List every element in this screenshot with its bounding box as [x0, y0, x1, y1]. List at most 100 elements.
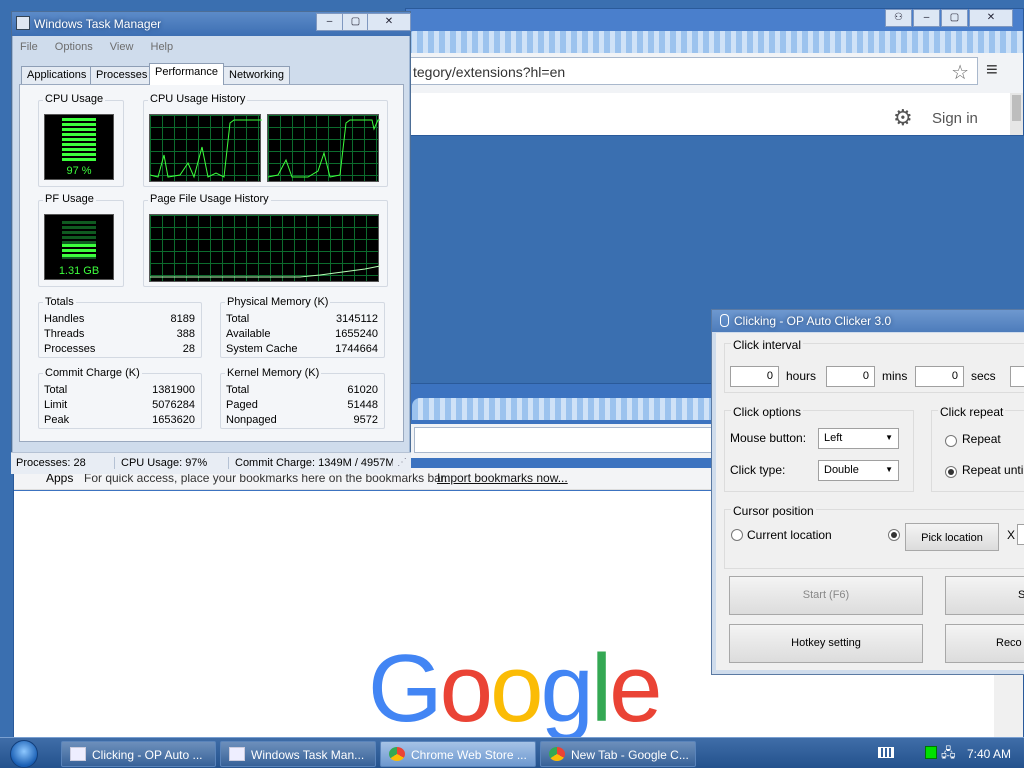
x-label: X: [1007, 528, 1016, 542]
totals-row: Processes 28: [44, 343, 195, 355]
task-manager-statusbar: Processes: 28 CPU Usage: 97% Commit Char…: [11, 452, 411, 474]
gear-icon[interactable]: ⚙: [893, 105, 913, 131]
resize-grip-icon[interactable]: ⋰: [397, 457, 407, 468]
cpu-tray-icon[interactable]: [925, 746, 937, 759]
menu-help[interactable]: Help: [151, 41, 174, 53]
physical-memory-row: System Cache 1744664: [226, 343, 378, 355]
network-icon[interactable]: 🖧: [941, 744, 956, 766]
pick-location-radio[interactable]: [888, 529, 900, 541]
minimize-button[interactable]: –: [913, 9, 940, 27]
secs-label: secs: [971, 369, 996, 383]
cpu-history-graph-core1: [149, 114, 262, 182]
address-bar[interactable]: tegory/extensions?hl=en ☆: [406, 57, 978, 85]
performance-panel: CPU Usage 97 % CPU Usage History PF Usag…: [19, 84, 404, 442]
click-interval-group: Click interval 0 hours 0 mins 0 secs: [724, 338, 1024, 393]
click-repeat-label: Click repeat: [938, 405, 1006, 419]
click-type-label: Click type:: [730, 463, 786, 477]
record-button[interactable]: Reco: [945, 624, 1024, 663]
clock[interactable]: 7:40 AM: [967, 747, 1011, 761]
task-manager-titlebar[interactable]: Windows Task Manager – ▢ ✕: [12, 12, 411, 36]
pf-history-line: [150, 265, 381, 278]
tm-maximize-button[interactable]: ▢: [342, 13, 369, 31]
mins-label: mins: [882, 369, 908, 383]
ms-input[interactable]: [1010, 366, 1024, 387]
page-content: ⚙ Sign in: [406, 93, 1010, 135]
taskbar-item-task-manager[interactable]: Windows Task Man...: [220, 741, 376, 767]
taskbar-item-auto-clicker[interactable]: Clicking - OP Auto ...: [61, 741, 216, 767]
task-manager-title: Windows Task Manager: [34, 17, 162, 31]
cpu-usage-bar: [62, 118, 96, 163]
status-commit: Commit Charge: 1349M / 4957M: [228, 457, 393, 469]
auto-clicker-window: Clicking - OP Auto Clicker 3.0 Click int…: [711, 309, 1024, 675]
click-type-select[interactable]: Double: [818, 460, 899, 481]
google-logo-letter: l: [590, 635, 612, 742]
commit-charge-row: Total 1381900: [44, 384, 195, 396]
totals-group: Totals Handles 8189 Threads 388 Processes 2…: [38, 295, 202, 358]
scrollbar-thumb[interactable]: [1012, 95, 1021, 121]
chrome-icon: [549, 747, 565, 761]
tm-minimize-button[interactable]: –: [316, 13, 343, 31]
auto-clicker-icon: [70, 747, 86, 761]
current-location-label: Current location: [747, 528, 832, 542]
physical-memory-row: Available 1655240: [226, 328, 378, 340]
google-logo: Google: [368, 641, 663, 737]
repeat-until-label: Repeat until s: [962, 463, 1024, 477]
current-location-radio[interactable]: [731, 529, 743, 541]
chrome-menu-icon[interactable]: ≡: [986, 59, 998, 82]
secs-input[interactable]: 0: [915, 366, 964, 387]
status-processes: Processes: 28: [16, 457, 86, 469]
tab-applications[interactable]: Applications: [21, 66, 93, 84]
kernel-memory-row: Total 61020: [226, 384, 378, 396]
pf-usage-fill: [62, 244, 96, 257]
menu-options[interactable]: Options: [55, 41, 93, 53]
stop-button[interactable]: S: [945, 576, 1024, 615]
task-manager-icon: [16, 16, 30, 30]
kernel-memory-group: Kernel Memory (K) Total 61020 Paged 51448 …: [220, 366, 385, 429]
import-bookmarks-link[interactable]: Import bookmarks now...: [437, 471, 568, 485]
mins-input[interactable]: 0: [826, 366, 875, 387]
tab-performance[interactable]: Performance: [149, 63, 224, 85]
repeat-until-radio[interactable]: [945, 466, 957, 478]
chrome-tab[interactable]: [406, 31, 1023, 53]
task-manager-menu: File Options View Help: [20, 41, 187, 53]
commit-charge-row: Limit 5076284: [44, 399, 195, 411]
totals-row: Threads 388: [44, 328, 195, 340]
status-cpu: CPU Usage: 97%: [114, 457, 207, 469]
scrollbar[interactable]: [1010, 93, 1023, 135]
menu-file[interactable]: File: [20, 41, 38, 53]
close-button[interactable]: ✕: [969, 9, 1013, 27]
profile-button[interactable]: ⚇: [885, 9, 912, 27]
start-orb-icon[interactable]: [10, 740, 38, 768]
kernel-memory-row: Nonpaged 9572: [226, 414, 378, 426]
google-logo-letter: g: [540, 635, 593, 742]
tab-networking[interactable]: Networking: [223, 66, 291, 84]
auto-clicker-titlebar[interactable]: Clicking - OP Auto Clicker 3.0: [712, 310, 1024, 332]
pf-history-label: Page File Usage History: [148, 193, 271, 205]
menu-view[interactable]: View: [110, 41, 134, 53]
taskbar-item-chrome-web-store[interactable]: Chrome Web Store ...: [380, 741, 536, 767]
start-button[interactable]: Start (F6): [729, 576, 923, 615]
pick-location-button[interactable]: Pick location: [905, 523, 999, 551]
auto-clicker-body: Click interval 0 hours 0 mins 0 secs Cli…: [716, 333, 1024, 670]
tab-processes[interactable]: Processes: [90, 66, 154, 84]
taskbar-item-new-tab[interactable]: New Tab - Google C...: [540, 741, 696, 767]
keyboard-icon[interactable]: [878, 747, 894, 758]
google-logo-letter: e: [609, 635, 662, 742]
maximize-button[interactable]: ▢: [941, 9, 968, 27]
commit-charge-label: Commit Charge (K): [43, 366, 142, 381]
cpu-usage-value: 97 %: [66, 165, 92, 177]
google-logo-letter: o: [490, 635, 543, 742]
pf-usage-group: PF Usage 1.31 GB: [38, 193, 124, 287]
mouse-icon: [720, 314, 729, 327]
star-icon[interactable]: ☆: [951, 60, 969, 85]
mouse-button-select[interactable]: Left: [818, 428, 899, 449]
cpu-history-line-core2: [267, 119, 380, 178]
hotkey-setting-button[interactable]: Hotkey setting: [729, 624, 923, 663]
cpu-history-graph-core2: [267, 114, 380, 182]
sign-in-link[interactable]: Sign in: [932, 110, 978, 127]
pf-usage-value: 1.31 GB: [58, 265, 100, 277]
repeat-radio[interactable]: [945, 435, 957, 447]
tm-close-button[interactable]: ✕: [367, 13, 411, 31]
hours-input[interactable]: 0: [730, 366, 779, 387]
x-input[interactable]: [1017, 524, 1024, 545]
